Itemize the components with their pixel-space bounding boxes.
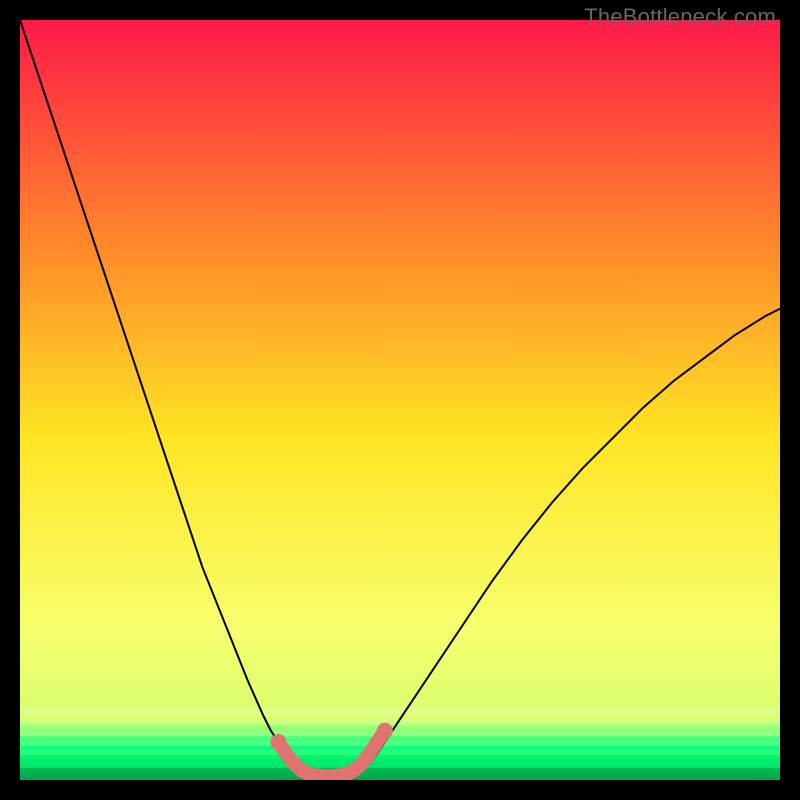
gradient-band	[20, 740, 780, 745]
gradient-band	[20, 731, 780, 736]
gradient-band	[20, 768, 780, 780]
gradient-band	[20, 750, 780, 755]
gradient-band	[20, 759, 780, 764]
gradient-band	[20, 708, 780, 716]
plot-area	[20, 20, 780, 780]
highlight-end-dot	[270, 734, 286, 750]
chart-frame: TheBottleneck.com	[0, 0, 800, 800]
chart-svg	[20, 20, 780, 780]
highlight-end-dot	[377, 723, 393, 739]
gradient-background	[20, 20, 780, 780]
watermark-text: TheBottleneck.com	[584, 4, 776, 30]
